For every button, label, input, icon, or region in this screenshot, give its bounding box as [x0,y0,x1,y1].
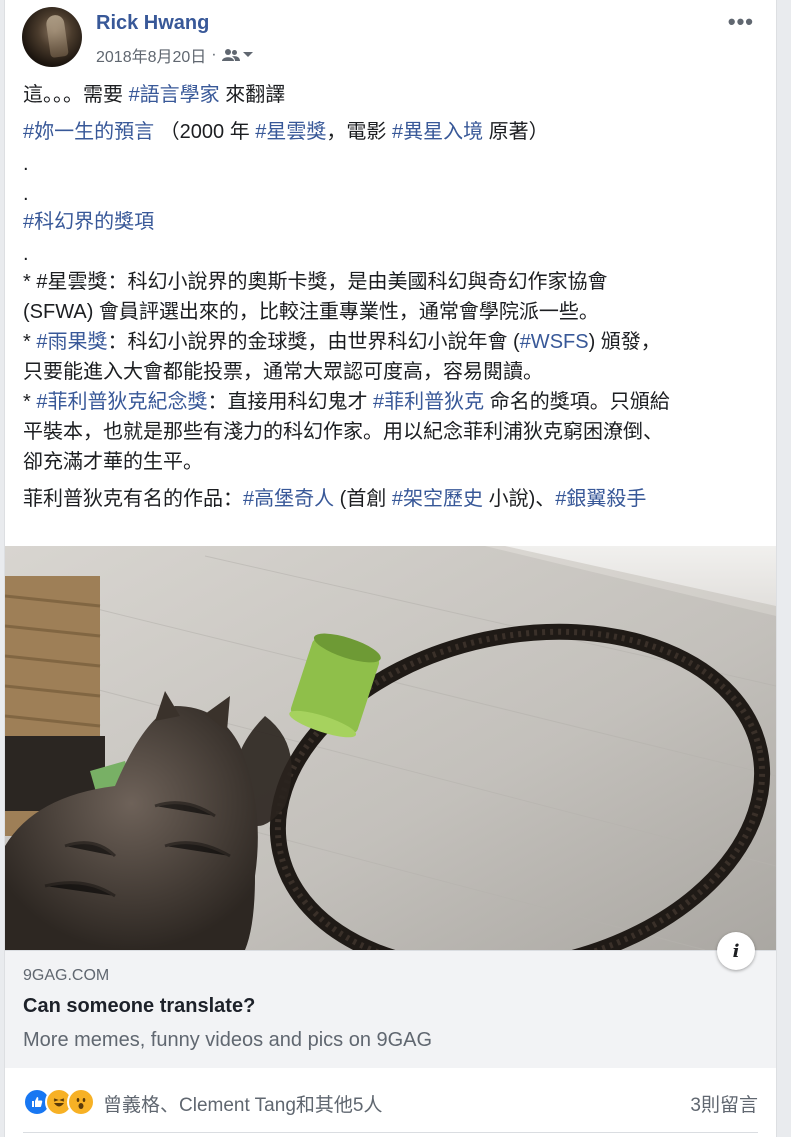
hashtag-link[interactable]: #妳一生的預言 [23,121,154,143]
caret-down-icon [242,52,253,57]
text-fragment: (首創 [334,488,392,510]
text-fragment: * [23,331,37,353]
author-name[interactable]: Rick Hwang [96,12,209,35]
reactors-text[interactable]: 曾義格、Clement Tang和其他5人 [103,1090,382,1117]
hashtag-link[interactable]: #銀翼殺手 [555,488,646,510]
text-line: * #雨果獎：科幻小說界的金球獎，由世界科幻小說年會 (#WSFS) 頒發， [23,327,763,357]
text-line: 只要能進入大會都能投票，通常大眾認可度高，容易閱讀。 [23,361,543,383]
text-line: #科幻界的獎項 [23,207,763,237]
hashtag-link[interactable]: #星雲獎 [255,121,326,143]
hashtag-link[interactable]: #WSFS [520,331,589,353]
hashtag-link[interactable]: #高堡奇人 [243,488,334,510]
link-description: More memes, funny videos and pics on 9GA… [23,1029,433,1051]
cat-photo [5,546,776,950]
text-line: 平裝本，也就是那些有淺力的科幻作家。用以紀念菲利浦狄克窮困潦倒、 [23,421,663,443]
post-footer: 曾義格、Clement Tang和其他5人 3則留言 [5,1068,776,1137]
hashtag-link[interactable]: #架空歷史 [392,488,483,510]
text-fragment: 命名的獎項。只頒給 [484,391,670,413]
hashtag-link[interactable]: #菲利普狄克紀念獎 [36,391,207,413]
meta-separator: · [211,46,217,63]
hashtag-link[interactable]: #科幻界的獎項 [23,211,154,233]
link-title[interactable]: Can someone translate? [23,995,255,1018]
text-fragment: （2000 年 [154,121,256,143]
dot-line: . [23,153,29,175]
text-fragment: 原著） [483,121,549,143]
text-fragment: ，電影 [326,121,392,143]
text-fragment: ) 頒發， [588,331,661,353]
text-line: * #菲利普狄克紀念獎：直接用科幻鬼才 #菲利普狄克 命名的獎項。只頒給 [23,387,763,417]
wow-reaction-icon [67,1088,95,1116]
text-fragment: * [23,391,37,413]
link-preview[interactable]: 9GAG.COM Can someone translate? More mem… [5,950,776,1068]
hashtag-link[interactable]: #雨果獎 [36,331,107,353]
text-line: 卻充滿才華的生平。 [23,451,203,473]
more-options-icon[interactable]: ••• [728,9,754,35]
text-fragment: 這。。。需要 [23,84,129,106]
hashtag-link[interactable]: #語言學家 [129,84,220,106]
link-domain: 9GAG.COM [23,967,110,984]
post-text: 這。。。需要 #語言學家 來翻譯 #妳一生的預言 （2000 年 #星雲獎，電影… [23,80,763,514]
divider [23,1132,758,1133]
text-line: * #星雲獎：科幻小說界的奧斯卡獎，是由美國科幻與奇幻作家協會 [23,271,608,293]
hashtag-link[interactable]: #菲利普狄克 [373,391,484,413]
text-line: (SFWA) 會員評選出來的，比較注重專業性，通常會學院派一些。 [23,301,599,323]
post-date[interactable]: 2018年8月20日 [96,43,206,67]
text-fragment: ：直接用科幻鬼才 [207,391,374,413]
text-fragment: 來翻譯 [219,84,286,106]
audience-selector[interactable] [221,48,254,62]
avatar[interactable] [22,7,82,67]
friends-icon [221,49,240,61]
info-icon[interactable]: i [717,932,755,970]
link-preview-image[interactable] [5,546,776,950]
comment-count[interactable]: 3則留言 [690,1090,758,1117]
text-fragment: 小說)、 [483,488,556,510]
dot-line: . [23,183,29,205]
text-line: #妳一生的預言 （2000 年 #星雲獎，電影 #異星入境 原著） [23,117,763,147]
dot-line: . [23,243,29,265]
post-card: Rick Hwang 2018年8月20日 · ••• 這。。。需要 #語言學家… [4,0,777,1137]
text-line: 菲利普狄克有名的作品：#高堡奇人 (首創 #架空歷史 小說)、#銀翼殺手 [23,484,763,514]
post-header: Rick Hwang 2018年8月20日 · ••• [22,7,762,69]
text-fragment: ：科幻小說界的金球獎，由世界科幻小說年會 ( [107,331,520,353]
text-fragment: 菲利普狄克有名的作品： [23,488,243,510]
hashtag-link[interactable]: #異星入境 [392,121,483,143]
reaction-icons[interactable] [23,1088,95,1116]
text-line: 這。。。需要 #語言學家 來翻譯 [23,80,763,110]
post-meta: 2018年8月20日 · [96,43,254,67]
